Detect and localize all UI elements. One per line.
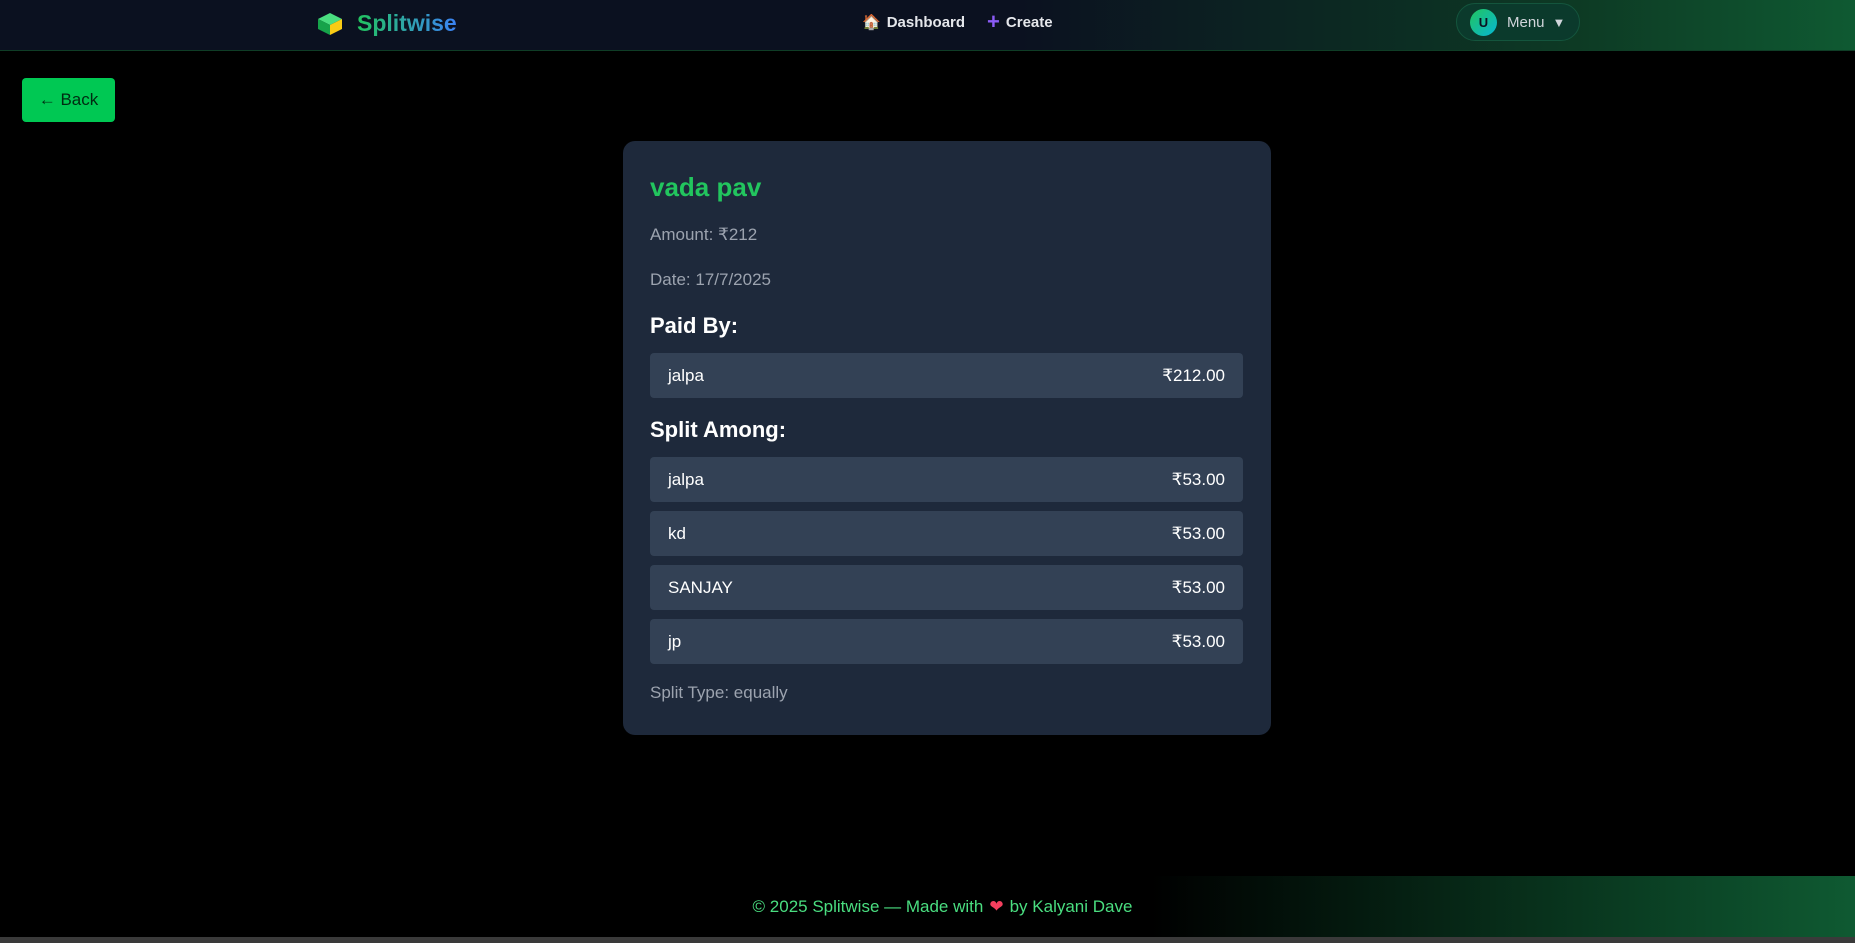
- top-navbar: Splitwise 🏠 Dashboard + Create U Menu ▼: [0, 0, 1855, 51]
- split-member-amount: ₹53.00: [1171, 577, 1225, 597]
- plus-icon: +: [987, 9, 1000, 34]
- split-row: jalpa ₹53.00: [650, 457, 1243, 502]
- split-member-name: SANJAY: [668, 577, 733, 597]
- menu-label: Menu: [1507, 13, 1545, 31]
- expense-amount: Amount: ₹212: [650, 225, 758, 244]
- footer-text-before: © 2025 Splitwise — Made with: [752, 896, 984, 916]
- back-button[interactable]: ← Back: [22, 78, 115, 122]
- paid-by-heading: Paid By:: [650, 313, 739, 338]
- brand-name: Splitwise: [357, 9, 457, 36]
- brand-logo-link[interactable]: Splitwise: [315, 9, 457, 37]
- nav-dashboard-link[interactable]: 🏠 Dashboard: [862, 13, 966, 32]
- caret-down-icon: ▼: [1552, 14, 1566, 30]
- split-member-amount: ₹53.00: [1171, 631, 1225, 651]
- heart-icon: ❤: [989, 896, 1004, 916]
- split-member-name: jp: [668, 631, 682, 651]
- user-menu-button[interactable]: U Menu ▼: [1456, 3, 1580, 41]
- nav-create-link[interactable]: + Create: [987, 9, 1053, 34]
- payer-amount: ₹212.00: [1162, 365, 1225, 385]
- split-among-heading: Split Among:: [650, 417, 787, 442]
- split-member-amount: ₹53.00: [1171, 469, 1225, 489]
- split-row: jp ₹53.00: [650, 619, 1243, 664]
- bottom-scrollbar[interactable]: [0, 937, 1855, 943]
- split-row: SANJAY ₹53.00: [650, 565, 1243, 610]
- split-row: kd ₹53.00: [650, 511, 1243, 556]
- nav-create-label: Create: [1005, 13, 1053, 31]
- expense-date: Date: 17/7/2025: [650, 270, 771, 289]
- expense-detail-card: vada pav Amount: ₹212 Date: 17/7/2025 Pa…: [623, 141, 1271, 735]
- expense-title: vada pav: [650, 172, 762, 202]
- split-member-amount: ₹53.00: [1171, 523, 1225, 543]
- split-member-name: kd: [668, 523, 686, 543]
- split-member-name: jalpa: [668, 469, 704, 489]
- footer: © 2025 Splitwise — Made with ❤ by Kalyan…: [0, 876, 1855, 937]
- payer-name: jalpa: [668, 365, 704, 385]
- nav-links: 🏠 Dashboard + Create: [862, 9, 1053, 34]
- footer-text-after: by Kalyani Dave: [1009, 896, 1133, 916]
- paid-by-row: jalpa ₹212.00: [650, 353, 1243, 398]
- house-icon: 🏠: [862, 14, 881, 31]
- splitwise-logo-icon: [318, 13, 342, 35]
- avatar: U: [1470, 8, 1497, 36]
- split-type: Split Type: equally: [650, 683, 788, 702]
- nav-dashboard-label: Dashboard: [886, 13, 966, 31]
